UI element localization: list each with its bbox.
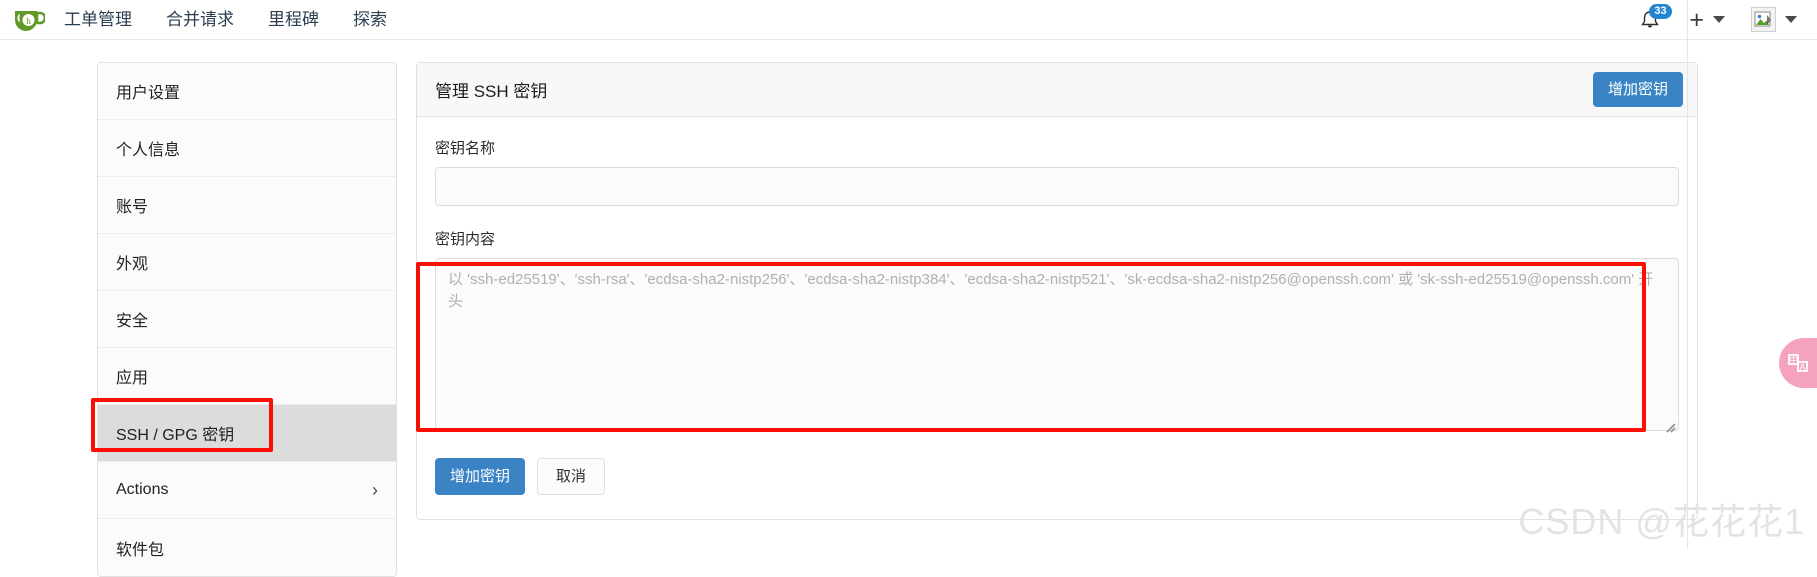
nav-pull-requests[interactable]: 合并请求 — [166, 0, 234, 40]
nav-milestones[interactable]: 里程碑 — [268, 0, 319, 40]
sidebar-item-user-settings[interactable]: 用户设置 — [98, 63, 396, 120]
sidebar-item-applications[interactable]: 应用 — [98, 348, 396, 405]
sidebar-item-label: 外观 — [116, 250, 148, 274]
svg-text:中: 中 — [1790, 355, 1798, 365]
chevron-down-icon — [1713, 16, 1725, 23]
sidebar-item-profile[interactable]: 个人信息 — [98, 120, 396, 177]
notifications-button[interactable]: 33 — [1639, 7, 1663, 33]
notification-count-badge: 33 — [1649, 4, 1671, 19]
key-name-label: 密钥名称 — [435, 137, 1679, 158]
sidebar-item-appearance[interactable]: 外观 — [98, 234, 396, 291]
main-nav-links: 工单管理 合并请求 里程碑 探索 — [64, 0, 387, 40]
sidebar-item-label: 软件包 — [116, 536, 164, 560]
key-name-input[interactable] — [435, 167, 1679, 206]
key-content-textarea[interactable] — [435, 258, 1679, 431]
sidebar-item-label: 账号 — [116, 193, 148, 217]
page-right-divider — [1687, 0, 1688, 549]
add-key-form: 密钥名称 密钥内容 增加密钥 取消 — [417, 117, 1697, 519]
top-bar-right-group: 33 + — [1639, 7, 1817, 33]
sidebar-item-label: SSH / GPG 密钥 — [116, 421, 234, 445]
sidebar-item-label: 用户设置 — [116, 79, 180, 103]
svg-text:h: h — [26, 16, 31, 26]
svg-text:A: A — [1799, 362, 1805, 372]
field-spacer — [435, 206, 1679, 228]
key-content-wrapper — [435, 258, 1679, 436]
user-settings-sidebar: 用户设置 个人信息 账号 外观 安全 应用 SSH / GPG 密钥 Actio… — [97, 62, 397, 577]
user-menu[interactable] — [1751, 7, 1797, 32]
gitea-teacup-logo-icon[interactable]: h — [0, 0, 56, 40]
chevron-down-icon — [1785, 16, 1797, 23]
create-new-menu[interactable]: + — [1689, 9, 1725, 31]
form-actions: 增加密钥 取消 — [435, 458, 1679, 495]
chevron-right-icon: › — [372, 480, 378, 501]
submit-add-key-button[interactable]: 增加密钥 — [435, 458, 525, 495]
translate-icon: 中 A — [1787, 352, 1809, 374]
sidebar-item-label: 安全 — [116, 307, 148, 331]
card-header: 管理 SSH 密钥 增加密钥 — [417, 63, 1697, 117]
nav-explore[interactable]: 探索 — [353, 0, 387, 40]
add-key-header-button[interactable]: 增加密钥 — [1593, 72, 1683, 107]
page-content: 用户设置 个人信息 账号 外观 安全 应用 SSH / GPG 密钥 Actio… — [0, 40, 1817, 549]
csdn-watermark: CSDN @花花花1 — [1518, 493, 1805, 545]
sidebar-item-packages[interactable]: 软件包 — [98, 519, 396, 576]
sidebar-item-account[interactable]: 账号 — [98, 177, 396, 234]
sidebar-item-actions[interactable]: Actions › — [98, 462, 396, 519]
plus-icon: + — [1689, 9, 1704, 31]
page-title: 管理 SSH 密钥 — [435, 77, 547, 102]
top-navigation-bar: h 工单管理 合并请求 里程碑 探索 33 + — [0, 0, 1817, 40]
sidebar-item-ssh-gpg-keys[interactable]: SSH / GPG 密钥 — [98, 405, 396, 462]
user-avatar-image — [1751, 7, 1776, 32]
key-content-label: 密钥内容 — [435, 228, 1679, 249]
cancel-button[interactable]: 取消 — [537, 458, 605, 495]
sidebar-item-label: 个人信息 — [116, 136, 180, 160]
manage-ssh-keys-card: 管理 SSH 密钥 增加密钥 密钥名称 密钥内容 增加密钥 取消 — [416, 62, 1698, 520]
sidebar-item-security[interactable]: 安全 — [98, 291, 396, 348]
sidebar-item-label: 应用 — [116, 364, 148, 388]
nav-issues[interactable]: 工单管理 — [64, 0, 132, 40]
sidebar-item-label: Actions — [116, 481, 168, 499]
